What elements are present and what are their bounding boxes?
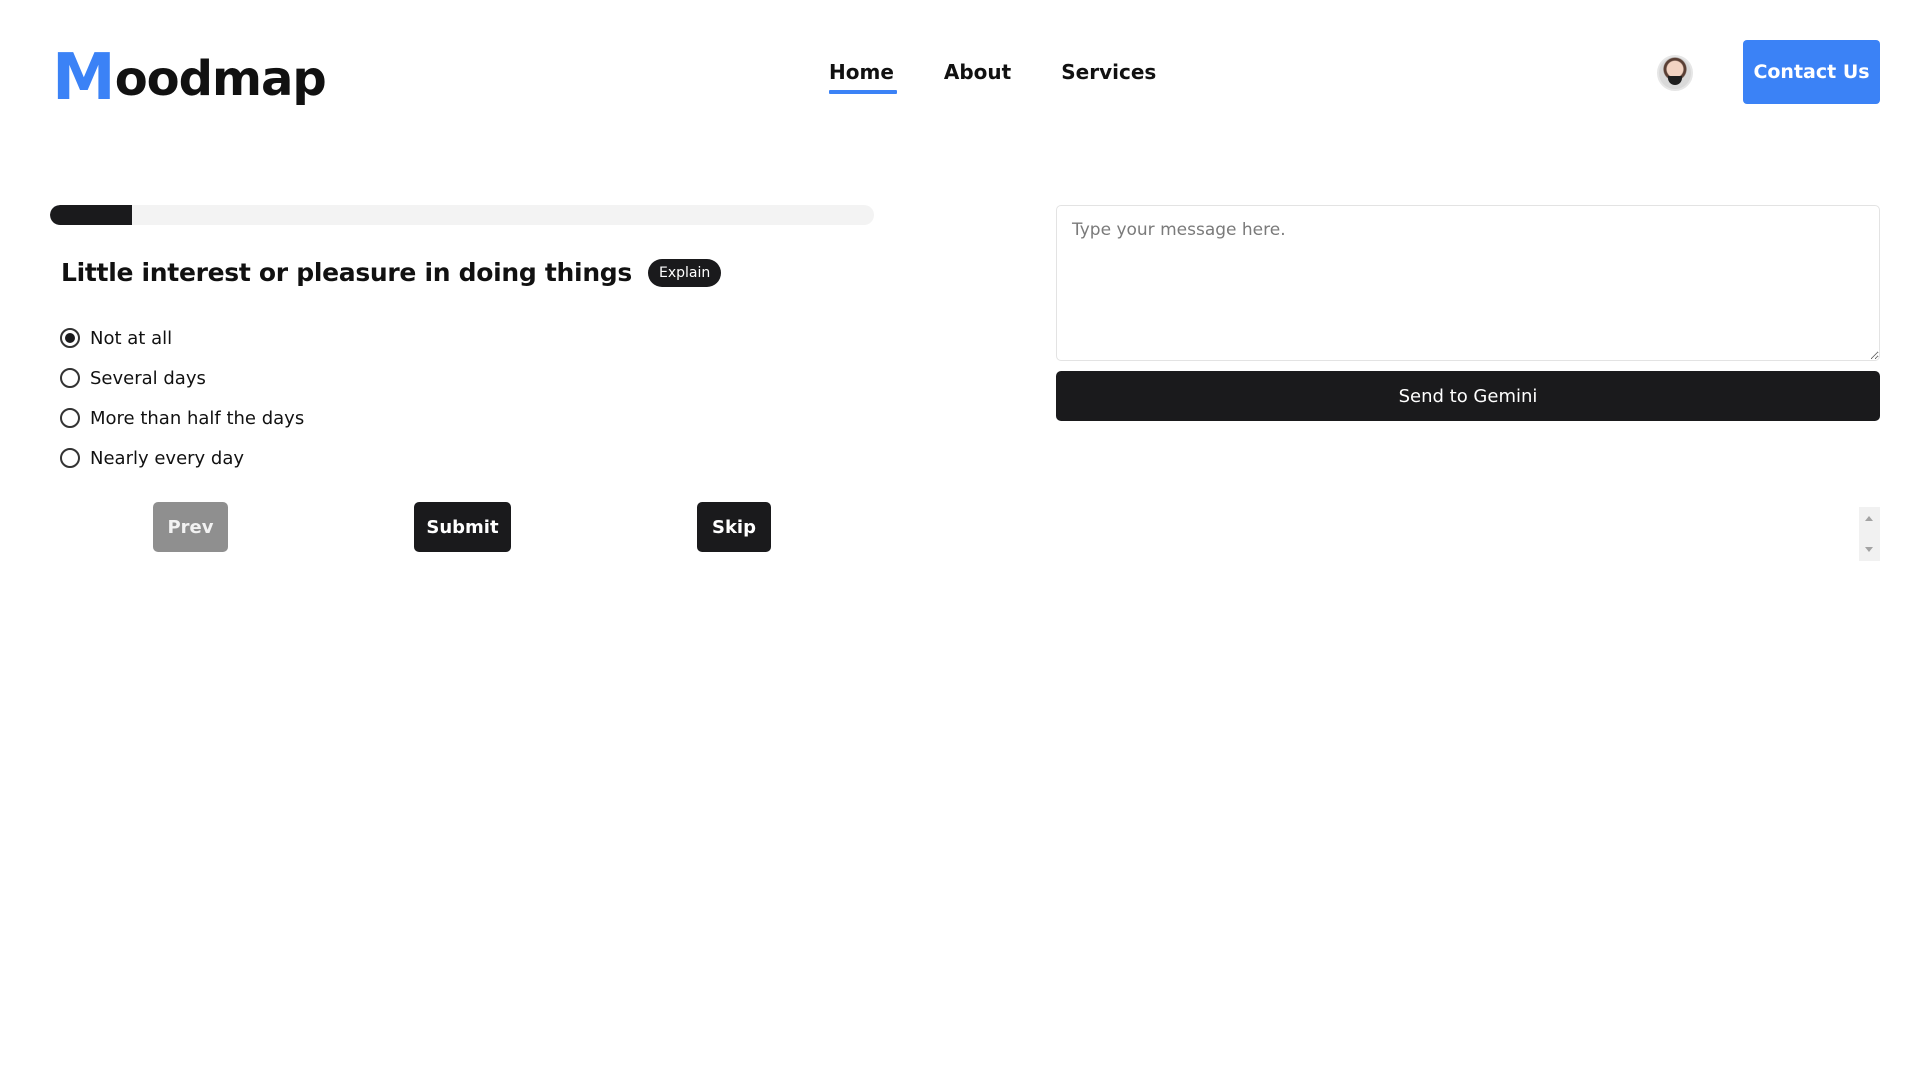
scroll-up-arrow-icon[interactable] <box>1865 516 1873 521</box>
prev-button[interactable]: Prev <box>153 502 228 552</box>
logo-initial: M <box>52 41 116 115</box>
chat-scrollbar[interactable] <box>1859 507 1880 561</box>
submit-button[interactable]: Submit <box>414 502 511 552</box>
option-more-than-half[interactable]: More than half the days <box>60 398 304 438</box>
question-header: Little interest or pleasure in doing thi… <box>61 258 722 287</box>
answer-options: Not at all Several days More than half t… <box>60 318 304 478</box>
user-avatar-icon[interactable] <box>1657 55 1693 91</box>
skip-button[interactable]: Skip <box>697 502 771 552</box>
radio-button[interactable] <box>60 448 80 468</box>
logo-wordmark: oodmap <box>114 51 327 107</box>
radio-button[interactable] <box>60 408 80 428</box>
option-not-at-all[interactable]: Not at all <box>60 318 304 358</box>
nav-home-link[interactable]: Home <box>829 58 897 94</box>
contact-us-button[interactable]: Contact Us <box>1743 40 1880 104</box>
progress-bar <box>50 205 874 225</box>
option-label: Nearly every day <box>90 447 245 469</box>
scroll-down-arrow-icon[interactable] <box>1865 547 1873 552</box>
option-several-days[interactable]: Several days <box>60 358 304 398</box>
question-title: Little interest or pleasure in doing thi… <box>61 258 632 287</box>
option-label: Several days <box>90 367 206 389</box>
option-label: Not at all <box>90 327 173 349</box>
option-nearly-every-day[interactable]: Nearly every day <box>60 438 304 478</box>
option-label: More than half the days <box>90 407 305 429</box>
explain-button[interactable]: Explain <box>648 258 722 287</box>
radio-button[interactable] <box>60 368 80 388</box>
site-header: Moodmap Home About Services Contact Us <box>0 0 1920 148</box>
progress-bar-fill <box>50 205 133 225</box>
moodmap-logo[interactable]: Moodmap <box>52 46 327 110</box>
main-nav: Home About Services <box>829 58 1156 94</box>
send-to-gemini-button[interactable]: Send to Gemini <box>1056 371 1880 421</box>
radio-button[interactable] <box>60 328 80 348</box>
nav-about-link[interactable]: About <box>944 58 1011 94</box>
message-input[interactable] <box>1056 205 1880 361</box>
nav-services-link[interactable]: Services <box>1061 58 1156 94</box>
